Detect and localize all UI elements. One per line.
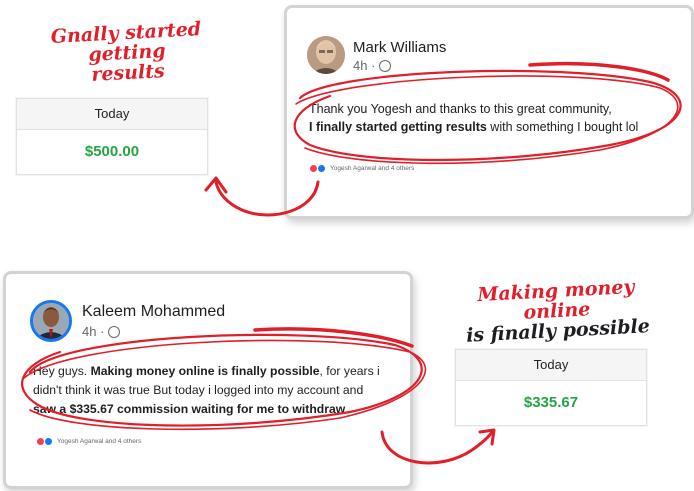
earnings-header: Today (17, 99, 207, 130)
post-author-name[interactable]: Mark Williams (353, 39, 446, 56)
facebook-post-bottom: Kaleem Mohammed 4h · Hey guys. Making mo… (3, 271, 413, 489)
earnings-amount: $335.67 (523, 394, 579, 411)
post-text-bold: I finally started getting results (309, 120, 487, 135)
callout-bottom: Making money online is finally possible (445, 276, 670, 347)
post-text-part1: Thank you Yogesh and thanks to this grea… (309, 102, 612, 116)
post-text-part2: with something I bought lol (486, 120, 639, 135)
post-time-text: 4h · (353, 58, 376, 73)
like-reaction-icon (317, 164, 326, 173)
post-timestamp: 4h · (82, 324, 121, 339)
avatar[interactable] (30, 300, 72, 342)
reactions-text: Yogesh Agarwal and 4 others (57, 438, 142, 445)
post-text-bold2: saw a $335.67 commission waiting for me … (33, 401, 346, 416)
earnings-amount: $500.00 (84, 143, 140, 160)
post-text-bold1: Making money online is finally possible (90, 364, 320, 378)
earnings-card-bottom: Today $335.67 (455, 349, 647, 426)
avatar[interactable] (307, 36, 345, 74)
post-body: Hey guys. Making money online is finally… (33, 362, 383, 419)
post-time-text: 4h · (82, 324, 105, 339)
globe-icon (108, 325, 121, 338)
callout-top: Gnally started getting results (13, 18, 242, 90)
post-reactions[interactable]: Yogesh Agarwal and 4 others (309, 164, 414, 173)
reactions-text: Yogesh Agarwal and 4 others (330, 165, 415, 172)
post-timestamp: 4h · (353, 58, 392, 73)
post-body: Thank you Yogesh and thanks to this grea… (309, 100, 679, 136)
facebook-post-top: Mark Williams 4h · Thank you Yogesh and … (284, 5, 694, 219)
post-reactions[interactable]: Yogesh Agarwal and 4 others (36, 437, 141, 446)
earnings-card-top: Today $500.00 (16, 98, 208, 175)
post-author-name[interactable]: Kaleem Mohammed (82, 303, 225, 321)
earnings-header: Today (456, 350, 646, 381)
post-text-part1: Hey guys. (33, 364, 91, 378)
globe-icon (379, 59, 392, 72)
like-reaction-icon (44, 437, 53, 446)
